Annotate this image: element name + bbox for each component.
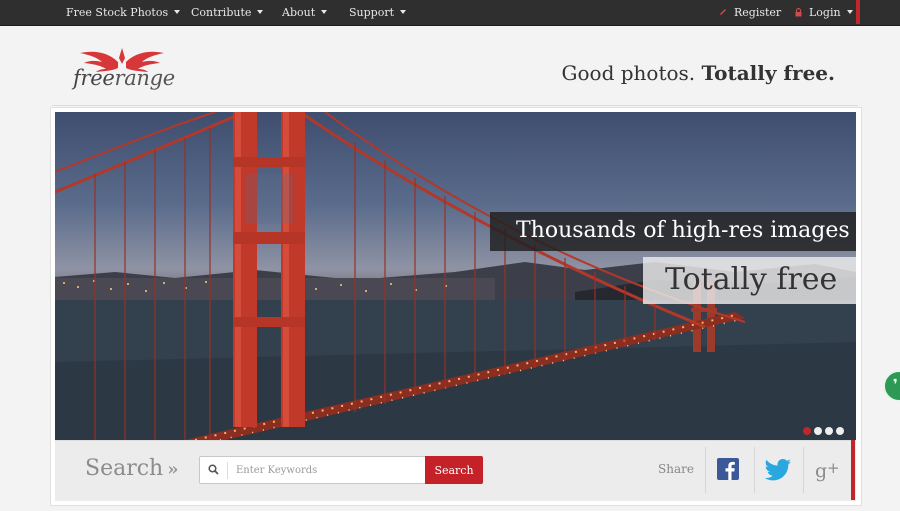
share-divider (803, 447, 804, 493)
twitter-icon[interactable] (763, 457, 793, 483)
accent-stripe (856, 0, 860, 24)
header-divider (52, 105, 858, 106)
search-heading-text: Search (85, 456, 164, 481)
svg-text:+: + (827, 459, 840, 477)
chat-icon: ❜ (893, 377, 898, 393)
register-label: Register (734, 6, 782, 19)
share-divider (705, 447, 706, 493)
share-divider (754, 447, 755, 493)
search-form: Search (199, 456, 483, 484)
hero-caption-primary: Thousands of high-res images (490, 212, 856, 251)
login-label: Login (809, 6, 841, 19)
register-link[interactable]: Register (719, 0, 781, 26)
search-divider (227, 462, 228, 479)
slider-dot[interactable] (814, 427, 822, 435)
hero-slider[interactable]: Thousands of high-res images Totally fre… (55, 112, 856, 440)
search-input[interactable] (236, 460, 422, 480)
tagline: Good photos. Totally free. (562, 61, 835, 85)
nav-free-stock-photos[interactable]: Free Stock Photos (66, 0, 181, 26)
login-link[interactable]: Login (795, 0, 853, 26)
top-nav-bar: Free Stock Photos Contribute About Suppo… (0, 0, 900, 26)
share-label: Share (658, 462, 694, 476)
google-plus-icon[interactable]: g + (813, 457, 843, 483)
logo-wordmark[interactable]: freerange (73, 66, 175, 90)
chevron-down-icon (400, 10, 407, 14)
chevron-down-icon (257, 10, 264, 14)
facebook-icon[interactable] (716, 457, 742, 483)
chevron-down-icon (174, 10, 181, 14)
logo-suffix: range (114, 66, 175, 90)
nav-about-label: About (282, 6, 316, 19)
lock-icon (795, 7, 802, 16)
slider-dot[interactable] (803, 427, 811, 435)
hero-caption-secondary: Totally free (643, 257, 856, 304)
nav-support[interactable]: Support (349, 0, 407, 26)
search-bar: Search» Search Share g + (55, 440, 856, 501)
search-heading: Search» (85, 456, 179, 481)
slider-pagination (803, 420, 847, 435)
nav-contribute[interactable]: Contribute (191, 0, 264, 26)
chevron-down-icon (846, 10, 853, 14)
tagline-regular: Good photos. (561, 61, 696, 85)
nav-free-stock-photos-label: Free Stock Photos (66, 6, 169, 19)
logo-prefix: free (73, 66, 115, 90)
pencil-icon (720, 9, 726, 15)
search-icon (208, 464, 219, 475)
slider-dot[interactable] (836, 427, 844, 435)
chat-widget-button[interactable]: ❜ (883, 370, 900, 402)
search-button[interactable]: Search (425, 456, 483, 484)
svg-text:g: g (815, 460, 827, 482)
nav-contribute-label: Contribute (191, 6, 252, 19)
tagline-bold: Totally free. (701, 61, 835, 85)
slider-dot[interactable] (825, 427, 833, 435)
nav-support-label: Support (349, 6, 395, 19)
accent-stripe (851, 440, 855, 500)
nav-about[interactable]: About (282, 0, 328, 26)
chevron-down-icon (321, 10, 328, 14)
double-chevron-right-icon: » (167, 459, 178, 480)
